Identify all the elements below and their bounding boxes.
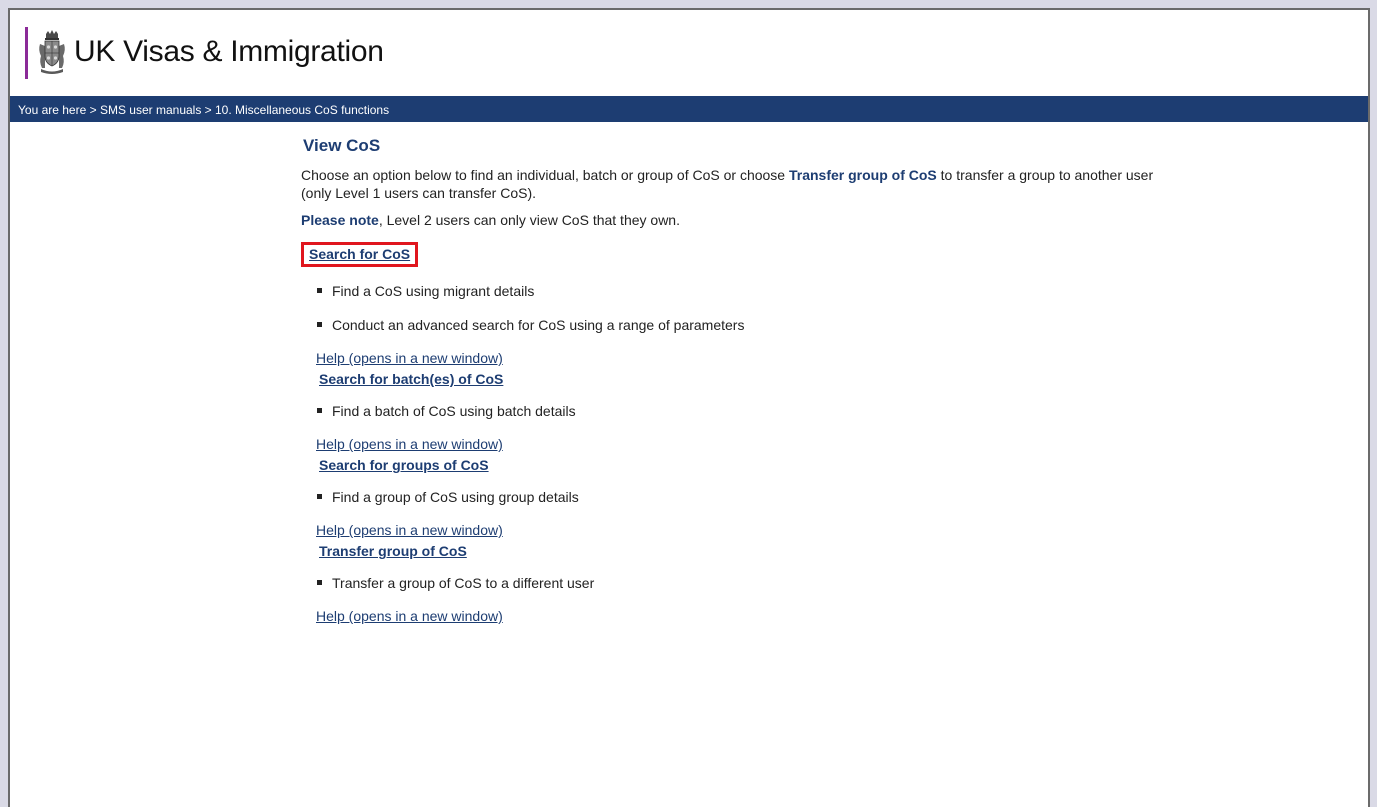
help-link[interactable]: Help (opens in a new window) (316, 350, 503, 366)
list-item: Find a group of CoS using group details (317, 488, 1200, 506)
transfer-group-link[interactable]: Transfer group of CoS (319, 543, 467, 559)
intro-text: Choose an option below to find an indivi… (301, 166, 1161, 202)
breadcrumb: You are here > SMS user manuals > 10. Mi… (10, 96, 1368, 122)
list-item: Conduct an advanced search for CoS using… (317, 316, 1200, 334)
intro-text-bold: Transfer group of CoS (788, 167, 937, 183)
bullet-list: Find a CoS using migrant details Conduct… (317, 282, 1200, 334)
bullet-list: Transfer a group of CoS to a different u… (317, 574, 1200, 592)
highlight-box: Search for CoS (301, 242, 419, 267)
list-item: Transfer a group of CoS to a different u… (317, 574, 1200, 592)
search-for-batches-link[interactable]: Search for batch(es) of CoS (319, 371, 503, 387)
help-link[interactable]: Help (opens in a new window) (316, 436, 503, 452)
main-content: View CoS Choose an option below to find … (300, 136, 1200, 624)
help-link[interactable]: Help (opens in a new window) (316, 522, 503, 538)
section-search-groups: Search for groups of CoS Find a group of… (300, 452, 1200, 538)
section-search-cos: Search for CoS Find a CoS using migrant … (300, 228, 1200, 366)
browser-frame: UK Visas & Immigration You are here > SM… (8, 8, 1370, 807)
section-search-batches: Search for batch(es) of CoS Find a batch… (300, 366, 1200, 452)
bullet-list: Find a group of CoS using group details (317, 488, 1200, 506)
note-bold: Please note (301, 212, 379, 228)
note-text: Please note, Level 2 users can only view… (301, 212, 1200, 228)
site-title: UK Visas & Immigration (74, 35, 384, 68)
intro-text-before: Choose an option below to find an indivi… (301, 167, 789, 183)
list-item: Find a CoS using migrant details (317, 282, 1200, 300)
royal-crest-icon (39, 30, 65, 74)
section-transfer-group: Transfer group of CoS Transfer a group o… (300, 538, 1200, 624)
note-rest: , Level 2 users can only view CoS that t… (378, 212, 680, 228)
search-for-cos-link[interactable]: Search for CoS (309, 246, 410, 262)
list-item: Find a batch of CoS using batch details (317, 402, 1200, 420)
page-title: View CoS (303, 136, 381, 155)
brand-bar (25, 27, 28, 79)
bullet-list: Find a batch of CoS using batch details (317, 402, 1200, 420)
search-for-groups-link[interactable]: Search for groups of CoS (319, 457, 489, 473)
help-link[interactable]: Help (opens in a new window) (316, 608, 503, 624)
site-header: UK Visas & Immigration (10, 10, 1368, 96)
